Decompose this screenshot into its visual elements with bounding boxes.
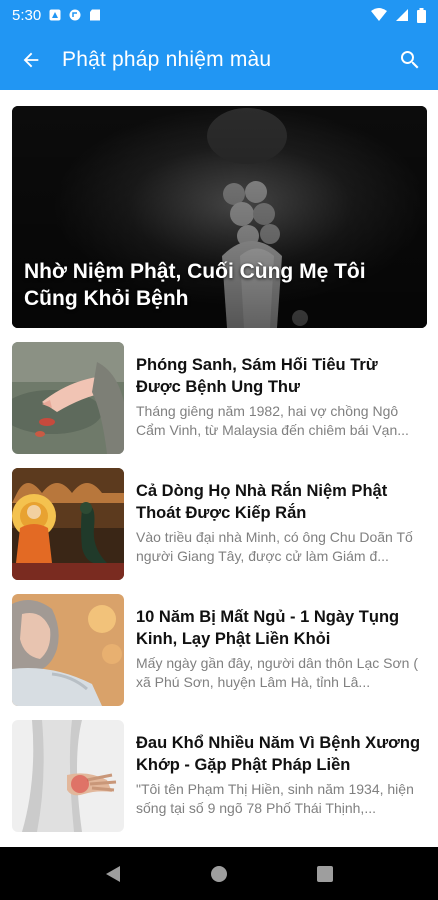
featured-title: Nhờ Niệm Phật, Cuối Cùng Mẹ Tôi Cũng Khỏ… <box>24 260 366 310</box>
list-item[interactable]: Phóng Sanh, Sám Hối Tiêu Trừ Được Bệnh U… <box>12 342 427 454</box>
article-list[interactable]: Nhờ Niệm Phật, Cuối Cùng Mẹ Tôi Cũng Khỏ… <box>0 90 438 847</box>
article-title: 10 Năm Bị Mất Ngủ - 1 Ngày Tụng Kinh, Lạ… <box>136 608 400 648</box>
article-title: Phóng Sanh, Sám Hối Tiêu Trừ Được Bệnh U… <box>136 356 378 396</box>
square-recents-icon[interactable] <box>316 865 334 883</box>
circle-home-icon[interactable] <box>209 864 229 884</box>
sd-card-icon <box>90 9 101 21</box>
status-time: 5:30 <box>12 6 42 24</box>
notification-icon <box>49 9 61 21</box>
list-item[interactable]: Đau Khổ Nhiều Năm Vì Bệnh Xương Khớp - G… <box>12 720 427 832</box>
wifi-icon <box>371 8 387 21</box>
article-thumbnail <box>12 720 124 832</box>
list-item[interactable]: 10 Năm Bị Mất Ngủ - 1 Ngày Tụng Kinh, Lạ… <box>12 594 427 706</box>
page-title: Phật pháp nhiệm màu <box>62 48 272 71</box>
featured-article-card[interactable]: Nhờ Niệm Phật, Cuối Cùng Mẹ Tôi Cũng Khỏ… <box>12 106 427 328</box>
article-excerpt: Vào triều đại nhà Minh, có ông Chu Doãn … <box>136 529 413 564</box>
signal-icon <box>396 9 408 21</box>
article-thumbnail <box>12 468 124 580</box>
article-title: Cả Dòng Họ Nhà Rắn Niệm Phật Thoát Được … <box>136 482 388 522</box>
search-button[interactable] <box>382 30 438 90</box>
system-nav-bar <box>0 847 438 900</box>
arrow-back-icon <box>23 52 39 68</box>
notification-icon <box>69 9 81 21</box>
article-excerpt: Tháng giêng năm 1982, hai vợ chồng Ngô C… <box>136 403 409 438</box>
article-thumbnail <box>12 594 124 706</box>
article-excerpt: Mấy ngày gần đây, người dân thôn Lạc Sơn… <box>136 655 418 690</box>
battery-icon <box>417 7 426 23</box>
article-title: Đau Khổ Nhiều Năm Vì Bệnh Xương Khớp - G… <box>136 734 421 774</box>
search-icon <box>401 51 419 69</box>
triangle-back-icon[interactable] <box>104 864 122 884</box>
article-thumbnail <box>12 342 124 454</box>
article-excerpt: "Tôi tên Phạm Thị Hiền, sinh năm 1934, h… <box>136 781 414 816</box>
list-item[interactable]: Cả Dòng Họ Nhà Rắn Niệm Phật Thoát Được … <box>12 468 427 580</box>
back-button[interactable] <box>0 30 62 90</box>
status-bar: 5:30 <box>0 0 438 30</box>
app-bar: Phật pháp nhiệm màu <box>0 30 438 90</box>
